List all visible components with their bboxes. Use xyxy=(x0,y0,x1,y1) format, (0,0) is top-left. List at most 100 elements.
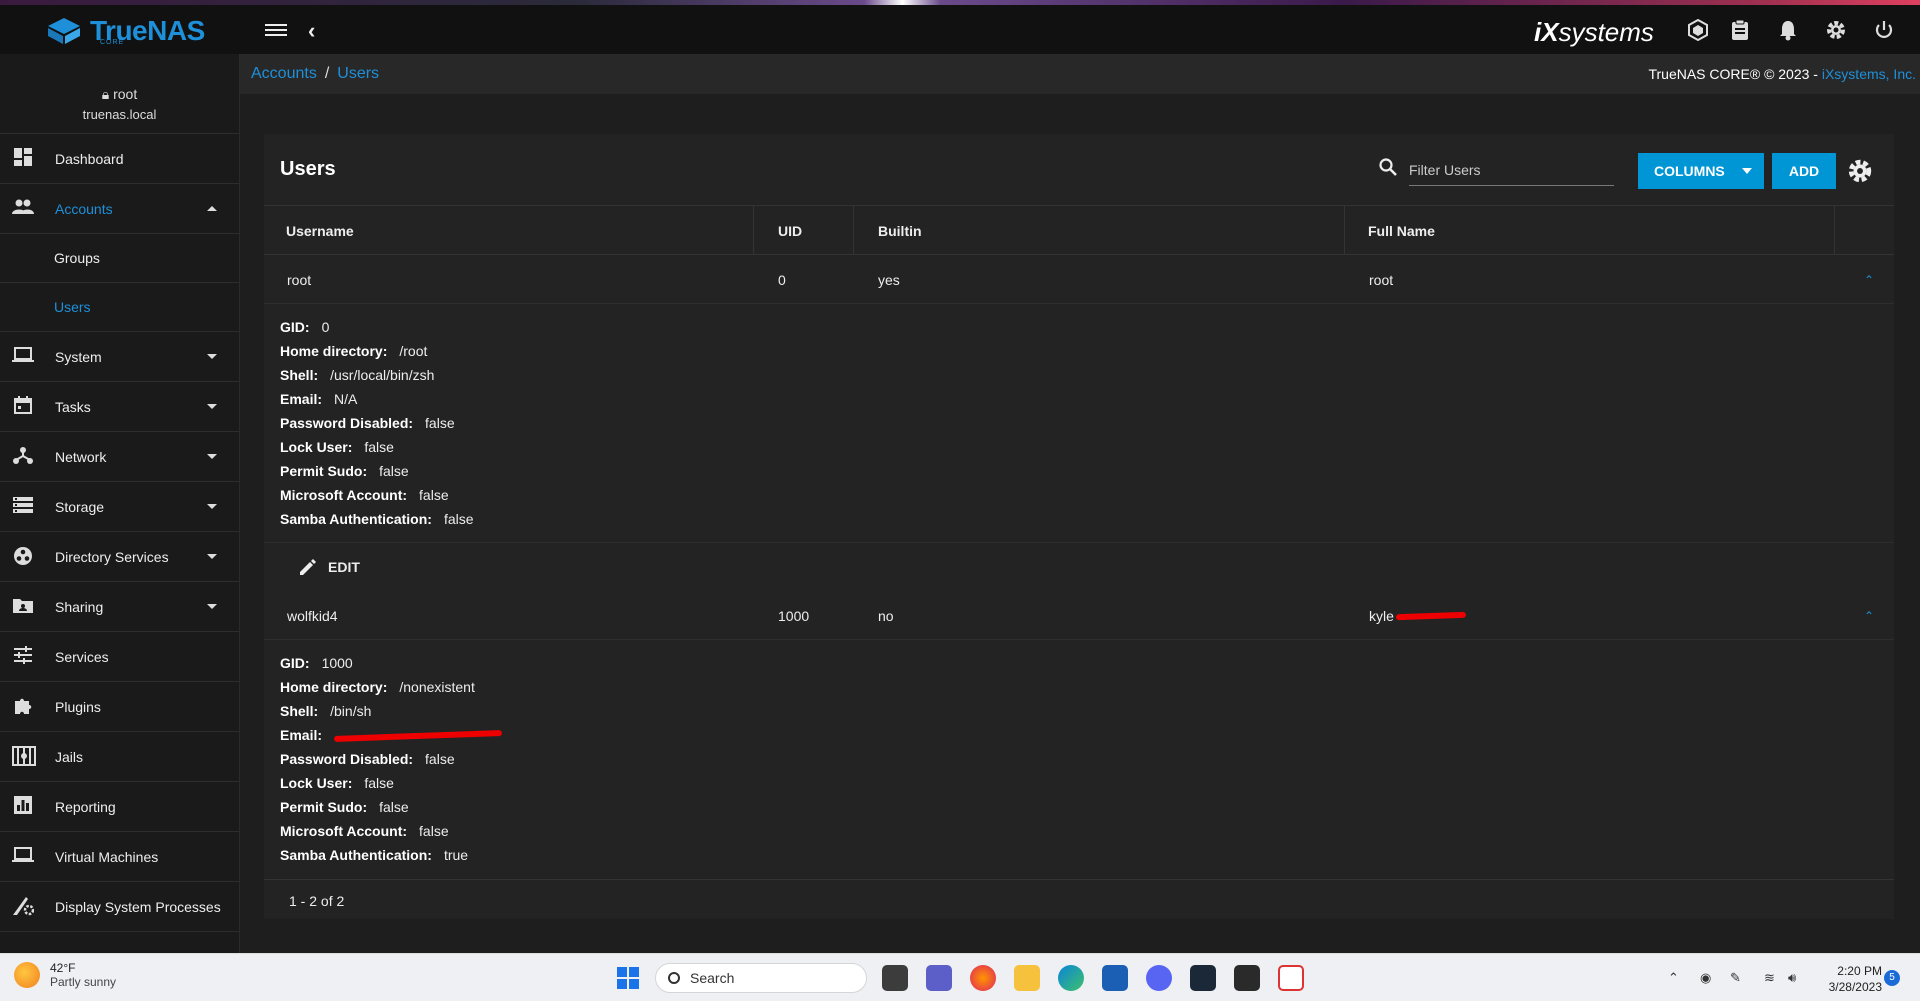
firefox-icon[interactable] xyxy=(970,965,996,991)
cell-builtin: yes xyxy=(878,271,900,288)
storage-icon xyxy=(12,496,34,518)
cell-username: root xyxy=(287,271,312,288)
windows-taskbar: 42°F Partly sunny Search ⌃ ◉ ✎ ≋ 🔊︎ 2:20… xyxy=(0,953,1920,1001)
sidebar: 🔒︎ root truenas.local Dashboard Accounts… xyxy=(0,54,240,953)
breadcrumb-accounts[interactable]: Accounts xyxy=(251,65,317,82)
network-icon xyxy=(12,446,34,468)
volume-icon[interactable]: 🔊︎ xyxy=(1788,954,1796,1001)
epic-games-icon[interactable] xyxy=(1234,965,1260,991)
row-actions: EDIT xyxy=(264,542,1894,591)
file-explorer-dark-icon[interactable] xyxy=(882,965,908,991)
column-header-full-name[interactable]: Full Name xyxy=(1345,206,1835,255)
taskbar-search[interactable]: Search xyxy=(655,963,867,993)
breadcrumb-users[interactable]: Users xyxy=(337,65,379,82)
column-header-uid[interactable]: UID xyxy=(754,206,854,255)
sidebar-item-sharing[interactable]: Sharing xyxy=(0,582,239,632)
collapse-chevron-icon[interactable]: ‹ xyxy=(308,18,315,44)
tray-app-icon[interactable]: ◉ xyxy=(1700,954,1711,1001)
sidebar-item-jails[interactable]: Jails xyxy=(0,732,239,782)
pencil-icon xyxy=(300,559,316,575)
sidebar-item-plugins[interactable]: Plugins xyxy=(0,682,239,732)
caret-down-icon xyxy=(207,354,217,359)
sidebar-subitem-users[interactable]: Users xyxy=(0,283,239,332)
weather-temp: 42°F xyxy=(50,961,76,975)
caret-down-icon xyxy=(207,504,217,509)
notification-badge[interactable]: 5 xyxy=(1884,970,1900,986)
sidebar-user-box: 🔒︎ root truenas.local xyxy=(0,54,239,134)
partly-sunny-icon xyxy=(14,962,40,988)
bell-icon[interactable] xyxy=(1776,19,1800,43)
filter-users-input[interactable] xyxy=(1409,156,1614,184)
cell-uid: 0 xyxy=(778,271,786,288)
clock-date: 3/28/2023 xyxy=(1828,980,1882,994)
breadcrumb-separator: / xyxy=(324,65,330,82)
sliders-icon xyxy=(12,645,34,668)
menu-toggle-icon[interactable] xyxy=(265,21,287,39)
table-settings-gear-icon[interactable] xyxy=(1847,158,1873,184)
sidebar-item-reporting[interactable]: Reporting xyxy=(0,782,239,832)
table-row[interactable]: root 0 yes root ⌃ xyxy=(264,255,1894,304)
clipboard-tasks-icon[interactable] xyxy=(1728,19,1752,43)
caret-up-icon xyxy=(207,206,217,211)
cell-username: wolfkid4 xyxy=(287,607,338,624)
settings-gear-icon[interactable] xyxy=(1824,19,1848,43)
truenas-logo-icon xyxy=(48,18,80,44)
sidebar-item-virtual-machines[interactable]: Virtual Machines xyxy=(0,832,239,882)
sidebar-item-label: Jails xyxy=(55,748,84,765)
file-explorer-icon[interactable] xyxy=(1014,965,1040,991)
sidebar-item-system[interactable]: System xyxy=(0,332,239,382)
tray-pen-icon[interactable]: ✎ xyxy=(1730,954,1741,1001)
edge-icon[interactable] xyxy=(1058,965,1084,991)
wifi-icon[interactable]: ≋ xyxy=(1764,954,1775,1001)
sidebar-item-directory-services[interactable]: Directory Services xyxy=(0,532,239,582)
redaction-mark xyxy=(333,730,503,743)
sidebar-item-network[interactable]: Network xyxy=(0,432,239,482)
microsoft-store-icon[interactable] xyxy=(1102,965,1128,991)
edit-user-button[interactable]: EDIT xyxy=(298,557,360,577)
weather-widget[interactable]: 42°F Partly sunny xyxy=(14,961,116,989)
chevron-up-icon[interactable]: ⌃ xyxy=(1864,609,1874,623)
sidebar-item-display-system-processes[interactable]: Display System Processes xyxy=(0,882,239,932)
discord-icon[interactable] xyxy=(1146,965,1172,991)
ixsystems-link[interactable]: iXsystems, Inc. xyxy=(1822,66,1916,82)
filter-box xyxy=(1379,156,1614,186)
windows-start-icon[interactable] xyxy=(617,967,639,989)
search-icon xyxy=(1379,158,1397,176)
teams-chat-icon[interactable] xyxy=(926,965,952,991)
laptop-icon xyxy=(12,846,34,868)
table-body: root 0 yes root ⌃ GID: 0 Home directory: /… xyxy=(264,255,1894,879)
snipping-tool-icon[interactable] xyxy=(1278,965,1304,991)
caret-down-icon xyxy=(207,454,217,459)
tray-chevron-up-icon[interactable]: ⌃ xyxy=(1668,954,1679,1001)
sidebar-item-label: Dashboard xyxy=(55,150,124,167)
clock-time: 2:20 PM xyxy=(1837,964,1882,978)
sidebar-item-accounts[interactable]: Accounts xyxy=(0,184,239,234)
columns-button[interactable]: COLUMNS xyxy=(1638,153,1764,189)
logo-subtext: CORE xyxy=(100,39,125,46)
truecommand-icon[interactable] xyxy=(1686,18,1710,43)
sidebar-item-storage[interactable]: Storage xyxy=(0,482,239,532)
power-icon[interactable] xyxy=(1872,19,1896,43)
sidebar-subitem-groups[interactable]: Groups xyxy=(0,234,239,283)
directory-services-icon xyxy=(12,546,34,568)
truenas-logo[interactable]: TrueNAS xyxy=(46,15,206,47)
cell-full-name: kyle xyxy=(1369,591,1466,640)
processes-icon xyxy=(12,896,35,918)
sidebar-item-label: Reporting xyxy=(55,798,116,815)
column-header-builtin[interactable]: Builtin xyxy=(854,206,1345,255)
cell-full-name: root xyxy=(1369,271,1394,288)
sidebar-item-dashboard[interactable]: Dashboard xyxy=(0,134,239,184)
taskbar-clock[interactable]: 2:20 PM 3/28/2023 xyxy=(1818,963,1882,995)
sidebar-item-tasks[interactable]: Tasks xyxy=(0,382,239,432)
jail-icon xyxy=(12,745,36,768)
chevron-up-icon[interactable]: ⌃ xyxy=(1864,273,1874,287)
column-header-username[interactable]: Username xyxy=(264,206,754,255)
sidebar-item-services[interactable]: Services xyxy=(0,632,239,682)
page-title: Users xyxy=(280,158,336,180)
table-row[interactable]: wolfkid4 1000 no kyle ⌃ xyxy=(264,591,1894,640)
steam-icon[interactable] xyxy=(1190,965,1216,991)
add-user-button[interactable]: ADD xyxy=(1772,153,1836,189)
redaction-mark xyxy=(1395,611,1466,620)
ixsystems-logo[interactable]: iXsystems xyxy=(1534,17,1654,48)
card-header: Users COLUMNS ADD xyxy=(264,134,1894,206)
